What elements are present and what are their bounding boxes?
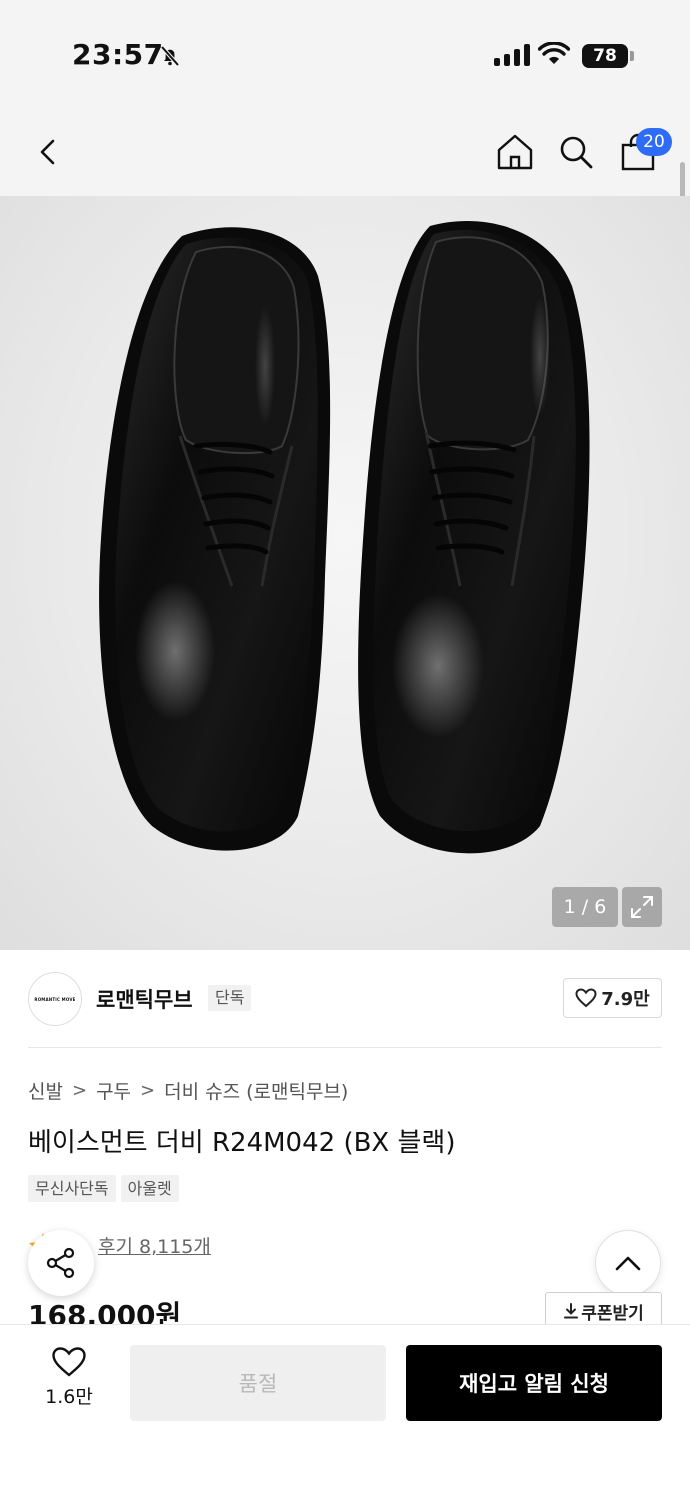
- search-icon: [560, 136, 593, 169]
- share-icon: [46, 1247, 75, 1279]
- brand-like-button[interactable]: 7.9만: [563, 978, 662, 1018]
- share-button[interactable]: [28, 1230, 94, 1296]
- home-button[interactable]: [491, 128, 539, 176]
- back-button[interactable]: [24, 128, 72, 176]
- product-tags: 무신사단독 아울렛: [28, 1175, 179, 1202]
- chevron-up-icon: [615, 1256, 641, 1271]
- cellular-signal-icon: [494, 44, 530, 66]
- review-count-link[interactable]: 후기 8,115개: [98, 1232, 211, 1259]
- brand-logo[interactable]: ROMANTIC MOVE: [28, 972, 82, 1026]
- chevron-right-icon: >: [71, 1080, 88, 1101]
- brand-like-count: 7.9만: [601, 989, 650, 1010]
- battery-level: 78: [582, 44, 628, 68]
- chevron-left-icon: [40, 139, 55, 165]
- cart-count-badge: 20: [636, 128, 672, 156]
- wishlist-button[interactable]: 1.6만: [36, 1346, 102, 1416]
- top-navigation: [0, 110, 690, 196]
- brand-logo-text: ROMANTIC MOVE: [34, 996, 76, 1002]
- breadcrumb-item-derby[interactable]: 더비 슈즈 (로맨틱무브): [164, 1077, 348, 1104]
- bell-off-icon: [158, 44, 182, 72]
- product-photo: [99, 221, 590, 854]
- tag-musinsa-exclusive: 무신사단독: [28, 1175, 116, 1202]
- status-time: 23:57: [72, 38, 164, 71]
- heart-icon: [575, 988, 597, 1008]
- image-page-counter: 1 / 6: [552, 887, 618, 927]
- restock-notification-button[interactable]: 재입고 알림 신청: [406, 1345, 662, 1421]
- brand-name[interactable]: 로맨틱무브: [96, 984, 193, 1014]
- breadcrumb: 신발 > 구두 > 더비 슈즈 (로맨틱무브): [28, 1077, 348, 1104]
- divider: [28, 1047, 662, 1048]
- search-button[interactable]: [552, 128, 600, 176]
- tag-outlet: 아울렛: [120, 1175, 179, 1202]
- download-icon: [564, 1303, 579, 1319]
- home-icon: [497, 134, 533, 170]
- battery-cap: [630, 51, 634, 61]
- product-image-gallery[interactable]: [0, 196, 690, 950]
- status-bar: 23:57 78: [0, 0, 690, 110]
- heart-icon: [52, 1347, 86, 1377]
- coupon-label: 쿠폰받기: [581, 1303, 644, 1324]
- breadcrumb-item-shoes[interactable]: 신발: [28, 1077, 63, 1104]
- wifi-icon: [537, 41, 571, 70]
- left-shoe: [99, 227, 331, 851]
- right-shoe: [358, 221, 590, 854]
- brand-exclusive-tag: 단독: [208, 985, 252, 1011]
- soldout-button[interactable]: 품절: [130, 1345, 386, 1421]
- breadcrumb-item-dress-shoes[interactable]: 구두: [96, 1077, 131, 1104]
- wishlist-count: 1.6만: [45, 1386, 93, 1408]
- fullscreen-button[interactable]: [622, 887, 662, 927]
- product-title: 베이스먼트 더비 R24M042 (BX 블랙): [28, 1128, 456, 1158]
- chevron-right-icon: >: [140, 1080, 156, 1101]
- scroll-to-top-button[interactable]: [595, 1230, 661, 1296]
- expand-icon: [631, 896, 653, 918]
